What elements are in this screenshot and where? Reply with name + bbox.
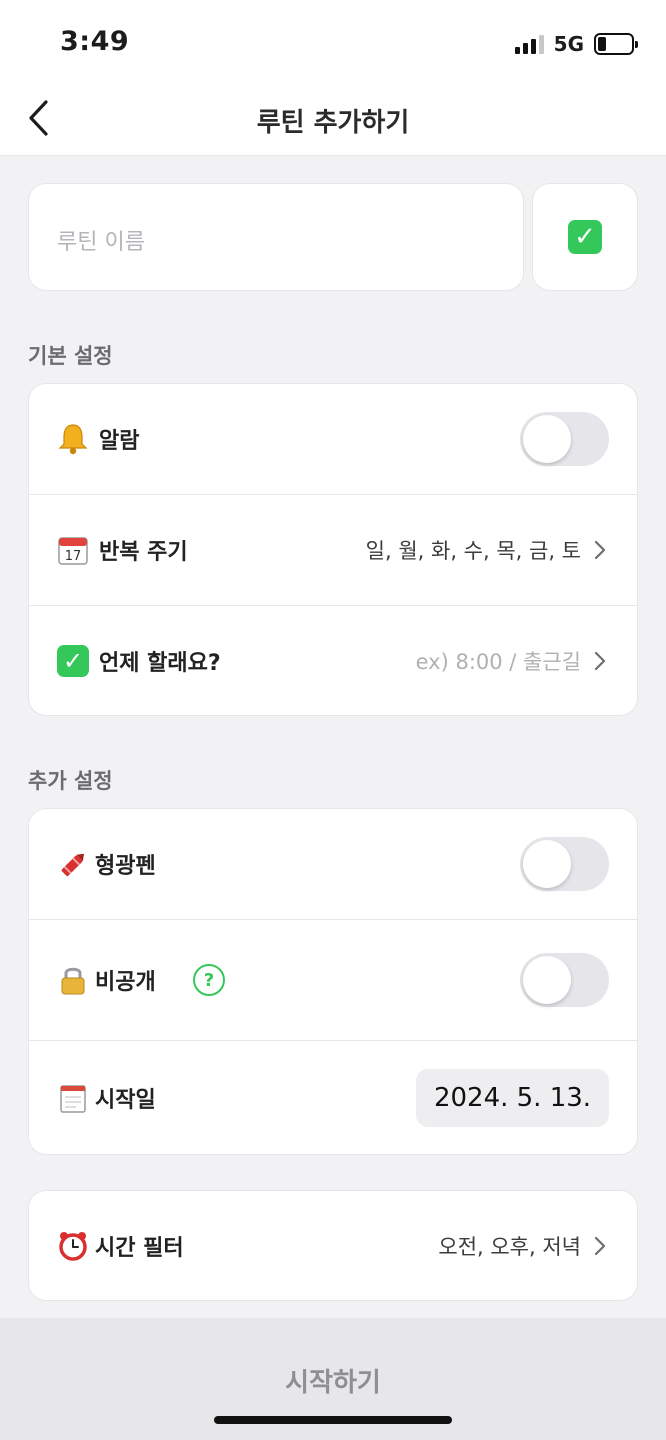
time-filter-card: 시간 필터 오전, 오후, 저녁 [28,1190,638,1301]
lock-icon [56,963,90,997]
network-type: 5G [553,32,584,56]
basic-settings-label: 기본 설정 [28,344,113,368]
notepad-icon [56,1081,90,1115]
home-indicator [214,1416,452,1424]
alarm-clock-icon [56,1229,90,1263]
when-value: ex) 8:00 / 출근길 [415,650,581,674]
battery-icon [594,33,638,55]
private-row: 비공개 ? [29,920,637,1040]
chevron-right-icon [594,540,606,560]
bell-icon [56,422,90,456]
highlighter-toggle[interactable] [520,837,609,891]
calendar-icon: 17 [56,533,90,567]
extra-settings-label: 추가 설정 [28,769,113,793]
crayon-icon [56,847,90,881]
alarm-toggle[interactable] [520,412,609,466]
page-title: 루틴 추가하기 [256,108,410,138]
basic-settings-card: 알람 17 반복 주기 일, 월, 화, 수, 목, 금, 토 ✓ 언제 할래요… [28,383,638,716]
repeat-row[interactable]: 17 반복 주기 일, 월, 화, 수, 목, 금, 토 [29,495,637,605]
start-date-row: 시작일 2024. 5. 13. [29,1041,637,1155]
when-label: 언제 할래요? [99,651,221,676]
highlighter-label: 형광펜 [95,854,156,879]
chevron-right-icon [594,651,606,671]
repeat-value: 일, 월, 화, 수, 목, 금, 토 [365,539,581,563]
chevron-right-icon [594,1236,606,1256]
emoji-picker-button[interactable]: ✓ [532,183,638,291]
private-label: 비공개 [95,970,156,995]
private-toggle[interactable] [520,953,609,1007]
routine-name-placeholder: 루틴 이름 [57,230,145,255]
start-button[interactable]: 시작하기 [0,1362,666,1399]
navigation-bar: 루틴 추가하기 [0,80,666,156]
check-icon: ✓ [56,644,90,678]
repeat-label: 반복 주기 [99,540,188,565]
status-bar: 3:49 5G [0,0,666,80]
time-filter-label: 시간 필터 [95,1236,184,1261]
check-icon: ✓ [568,220,602,254]
when-row[interactable]: ✓ 언제 할래요? ex) 8:00 / 출근길 [29,606,637,716]
help-icon[interactable]: ? [193,964,225,996]
time-filter-value: 오전, 오후, 저녁 [438,1235,581,1259]
time-filter-row[interactable]: 시간 필터 오전, 오후, 저녁 [29,1191,637,1301]
status-time: 3:49 [60,26,130,57]
highlighter-row: 형광펜 [29,809,637,919]
routine-name-input[interactable]: 루틴 이름 [28,183,524,291]
svg-text:17: 17 [65,549,82,564]
start-date-picker[interactable]: 2024. 5. 13. [416,1069,609,1127]
alarm-row: 알람 [29,384,637,494]
alarm-label: 알람 [99,429,140,454]
start-date-label: 시작일 [95,1088,156,1113]
status-indicators: 5G [514,30,638,58]
extra-settings-card: 형광펜 비공개 ? 시작일 2024. 5. 13. [28,808,638,1155]
signal-icon [514,34,544,54]
start-bar: 시작하기 [0,1318,666,1440]
